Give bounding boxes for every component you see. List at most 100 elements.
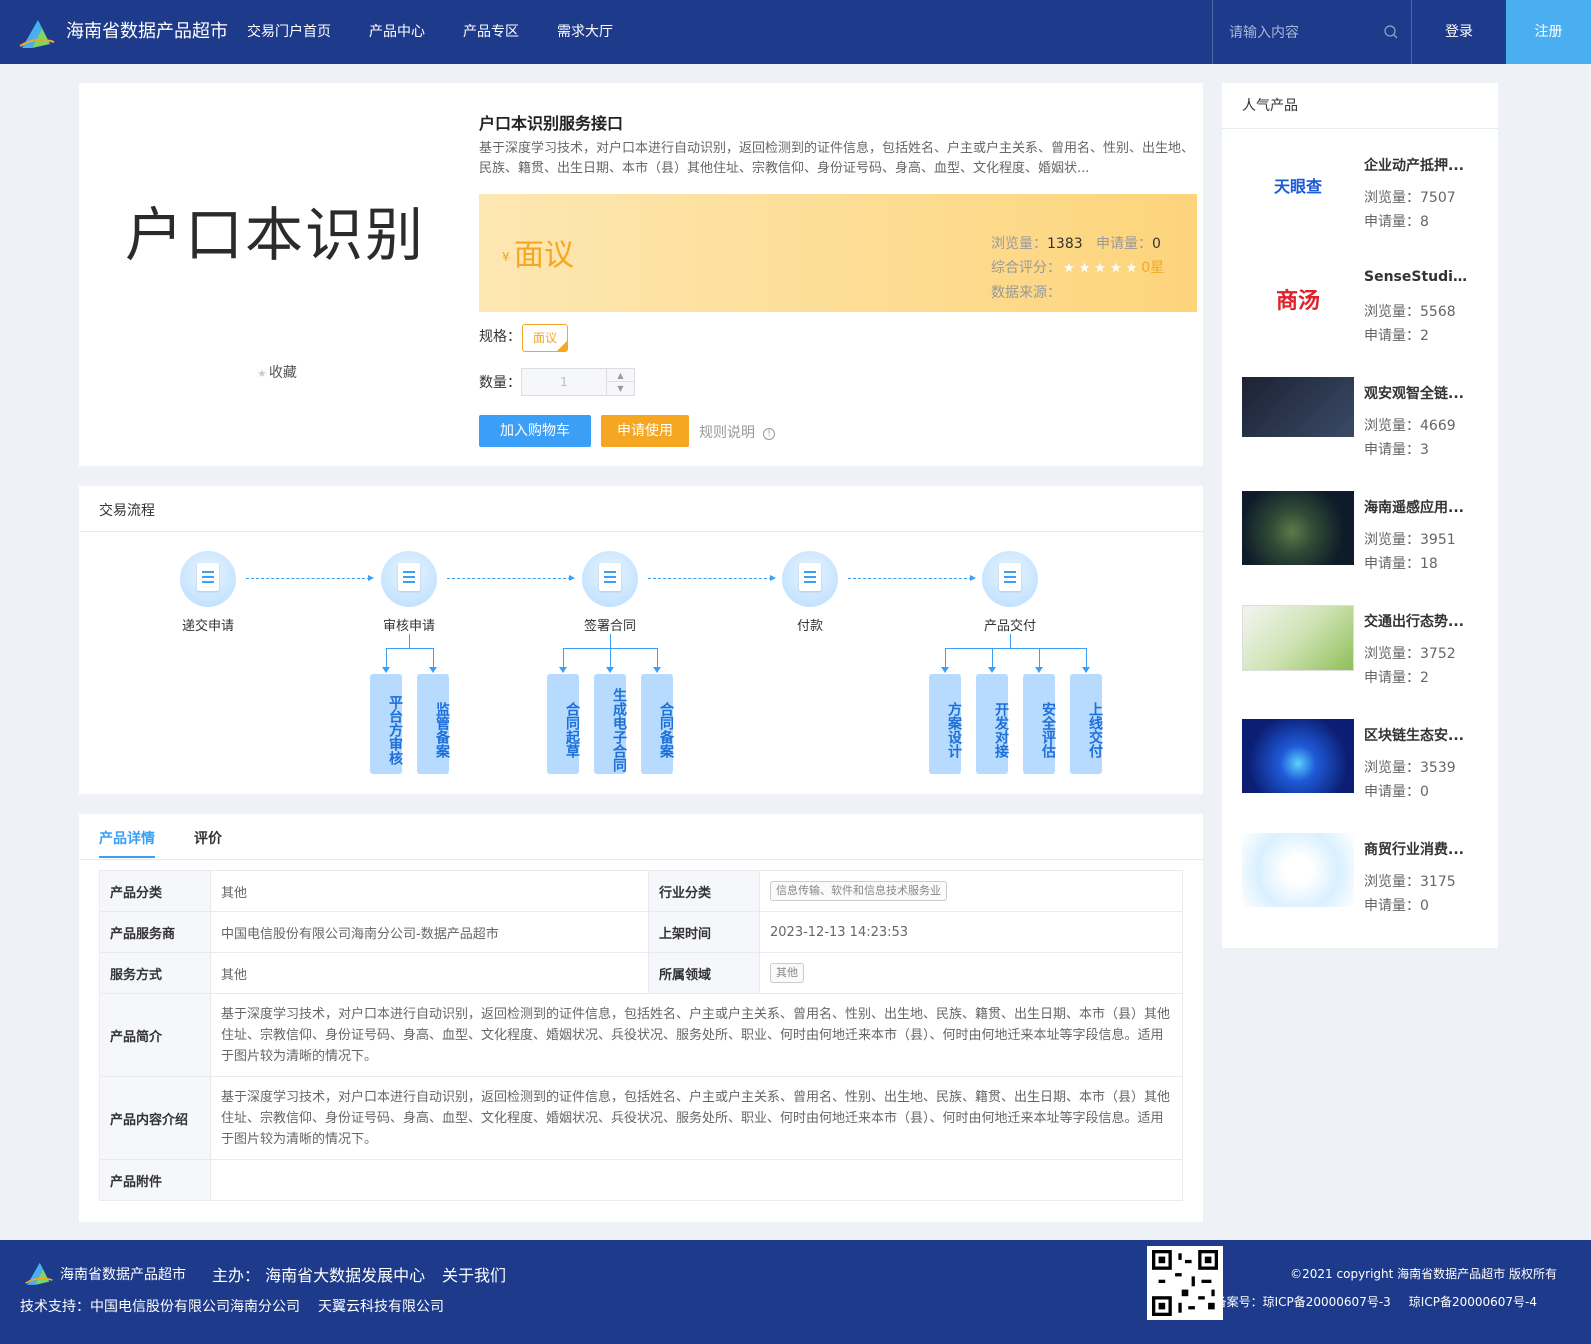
item-name: 商贸行业消费... bbox=[1364, 842, 1464, 858]
selected-corner-icon bbox=[557, 341, 567, 351]
nav-home[interactable]: 交易门户首页 bbox=[247, 0, 331, 64]
cell-value: 基于深度学习技术，对户口本进行自动识别，返回检测到的证件信息，包括姓名、户主或户… bbox=[210, 1076, 1183, 1160]
item-name: SenseStudio... bbox=[1364, 269, 1474, 285]
popular-item[interactable]: 商贸行业消费... 浏览量：3175 申请量：0 bbox=[1242, 833, 1482, 939]
popular-item[interactable]: 海南遥感应用... 浏览量：3951 申请量：18 bbox=[1242, 491, 1482, 597]
cell-value bbox=[210, 1159, 1183, 1201]
nav-product-center[interactable]: 产品中心 bbox=[369, 0, 425, 64]
qr-pattern bbox=[1152, 1250, 1218, 1316]
icp-records: 备案号：琼ICP备20000607号-3 琼ICP备20000607号-4 bbox=[1214, 1295, 1537, 1309]
product-thumbnail bbox=[1242, 833, 1354, 907]
search-icon[interactable] bbox=[1383, 24, 1399, 40]
popular-item[interactable]: 交通出行态势... 浏览量：3752 申请量：2 bbox=[1242, 605, 1482, 711]
item-applies: 申请量：0 bbox=[1364, 784, 1429, 800]
branch-arrow bbox=[1082, 667, 1090, 673]
nav-product-zone[interactable]: 产品专区 bbox=[463, 0, 519, 64]
branch-line bbox=[657, 648, 658, 668]
step-label: 审核申请 bbox=[382, 619, 435, 634]
popular-item[interactable]: 商汤 SenseStudio... 浏览量：5568 申请量：2 bbox=[1242, 269, 1482, 369]
spec-option-label: 面议 bbox=[532, 331, 557, 345]
about-us-link[interactable]: 关于我们 bbox=[442, 1262, 506, 1286]
source-label: 数据来源： bbox=[991, 285, 1061, 301]
cell-value: 基于深度学习技术，对户口本进行自动识别，返回检测到的证件信息，包括姓名、户主或户… bbox=[210, 993, 1183, 1077]
nav-demand-hall[interactable]: 需求大厅 bbox=[557, 0, 613, 64]
cell-value: 其他 bbox=[210, 952, 649, 994]
apply-button[interactable]: 申请使用 bbox=[601, 415, 689, 447]
table-row: 产品服务商 中国电信股份有限公司海南分公司-数据产品超市 上架时间 2023-1… bbox=[99, 911, 1183, 953]
product-stats: 浏览量：1383 申请量：0 综合评分： ★★★★★0星 数据来源： bbox=[991, 232, 1164, 305]
branch-line bbox=[433, 648, 434, 668]
item-applies: 申请量：8 bbox=[1364, 214, 1429, 230]
tab-reviews[interactable]: 评价 bbox=[194, 828, 222, 848]
branch-line bbox=[610, 634, 611, 648]
flow-arrow bbox=[447, 575, 575, 581]
contract-icon bbox=[582, 551, 638, 607]
step-payment: 付款 bbox=[780, 551, 840, 634]
step-label: 递交申请 bbox=[181, 619, 234, 634]
search-input[interactable] bbox=[1229, 22, 1379, 44]
cell-key: 产品服务商 bbox=[99, 911, 211, 953]
item-name: 海南遥感应用... bbox=[1364, 500, 1464, 516]
step-delivery: 产品交付 bbox=[980, 551, 1040, 634]
cell-value: 中国电信股份有限公司海南分公司-数据产品超市 bbox=[210, 911, 649, 953]
branch-arrow bbox=[941, 667, 949, 673]
footer-logo-icon bbox=[25, 1262, 53, 1285]
footer-tech-support: 技术支持：中国电信股份有限公司海南分公司 天翼云科技有限公司 bbox=[20, 1299, 444, 1315]
divider bbox=[1222, 128, 1498, 129]
product-thumbnail: 天眼查 bbox=[1242, 155, 1354, 215]
substep-contract-filing: 合同备案 bbox=[641, 674, 674, 774]
cell-key: 产品内容介绍 bbox=[99, 1076, 211, 1160]
branch-line bbox=[409, 634, 410, 648]
price-panel: ¥ 面议 浏览量：1383 申请量：0 综合评分： ★★★★★0星 数据来源： bbox=[479, 194, 1197, 312]
substep-dev-integration: 开发对接 bbox=[976, 674, 1009, 774]
register-button[interactable]: 注册 bbox=[1506, 0, 1591, 64]
popular-products-panel: 人气产品 天眼查 企业动产抵押... 浏览量：7507 申请量：8 商汤 Sen… bbox=[1222, 83, 1498, 948]
rules-label: 规则说明 bbox=[699, 425, 755, 441]
favorite-button[interactable]: ★ 收藏 bbox=[257, 362, 297, 382]
branch-line bbox=[945, 648, 946, 668]
applies-value: 0 bbox=[1152, 236, 1161, 252]
branch-line bbox=[386, 648, 433, 649]
spec-option[interactable]: 面议 bbox=[522, 324, 568, 352]
cell-key: 服务方式 bbox=[99, 952, 211, 994]
popular-item[interactable]: 区块链生态安... 浏览量：3539 申请量：0 bbox=[1242, 719, 1482, 825]
thumbnail-logo-text: 天眼查 bbox=[1273, 177, 1322, 196]
popular-item[interactable]: 天眼查 企业动产抵押... 浏览量：7507 申请量：8 bbox=[1242, 155, 1482, 255]
field-tag: 其他 bbox=[770, 963, 804, 983]
item-applies: 申请量：3 bbox=[1364, 442, 1429, 458]
branch-line bbox=[610, 648, 611, 668]
quantity-stepper[interactable]: 1 ▲ ▼ bbox=[521, 368, 635, 396]
decrease-icon[interactable]: ▼ bbox=[606, 382, 634, 395]
popular-item[interactable]: 观安观智全链... 浏览量：4669 申请量：3 bbox=[1242, 377, 1482, 483]
increase-icon[interactable]: ▲ bbox=[606, 369, 634, 382]
table-row: 服务方式 其他 所属领域 其他 bbox=[99, 952, 1183, 994]
step-contract: 签署合同 bbox=[580, 551, 640, 634]
branch-line bbox=[1010, 634, 1011, 648]
applies-label: 申请量： bbox=[1096, 236, 1152, 252]
flow-title: 交易流程 bbox=[99, 503, 155, 519]
substep-regulatory-filing: 监管备案 bbox=[417, 674, 450, 774]
divider bbox=[79, 859, 1203, 860]
item-applies: 申请量：0 bbox=[1364, 898, 1429, 914]
branch-arrow bbox=[429, 667, 437, 673]
substep-platform-audit: 平台方审核 bbox=[370, 674, 403, 774]
branch-arrow bbox=[382, 667, 390, 673]
substep-contract-draft: 合同起草 bbox=[547, 674, 580, 774]
add-to-cart-button[interactable]: 加入购物车 bbox=[479, 415, 591, 447]
login-button[interactable]: 登录 bbox=[1412, 0, 1506, 64]
step-label: 签署合同 bbox=[583, 619, 636, 634]
quantity-value[interactable]: 1 bbox=[522, 369, 606, 395]
branch-arrow bbox=[988, 667, 996, 673]
site-logo-icon[interactable] bbox=[18, 14, 56, 52]
flow-arrow bbox=[848, 575, 976, 581]
price-value: 面议 bbox=[514, 238, 574, 273]
tab-product-details[interactable]: 产品详情 bbox=[99, 828, 155, 848]
site-name[interactable]: 海南省数据产品超市 bbox=[66, 20, 228, 44]
item-applies: 申请量：2 bbox=[1364, 670, 1429, 686]
product-title: 户口本识别服务接口 bbox=[479, 114, 624, 133]
rules-link[interactable]: 规则说明! bbox=[699, 422, 775, 442]
rating-text: 0星 bbox=[1141, 260, 1165, 276]
views-value: 1383 bbox=[1047, 236, 1083, 252]
branch-line bbox=[563, 648, 564, 668]
product-description: 基于深度学习技术，对户口本进行自动识别，返回检测到的证件信息，包括姓名、户主或户… bbox=[479, 141, 1195, 176]
